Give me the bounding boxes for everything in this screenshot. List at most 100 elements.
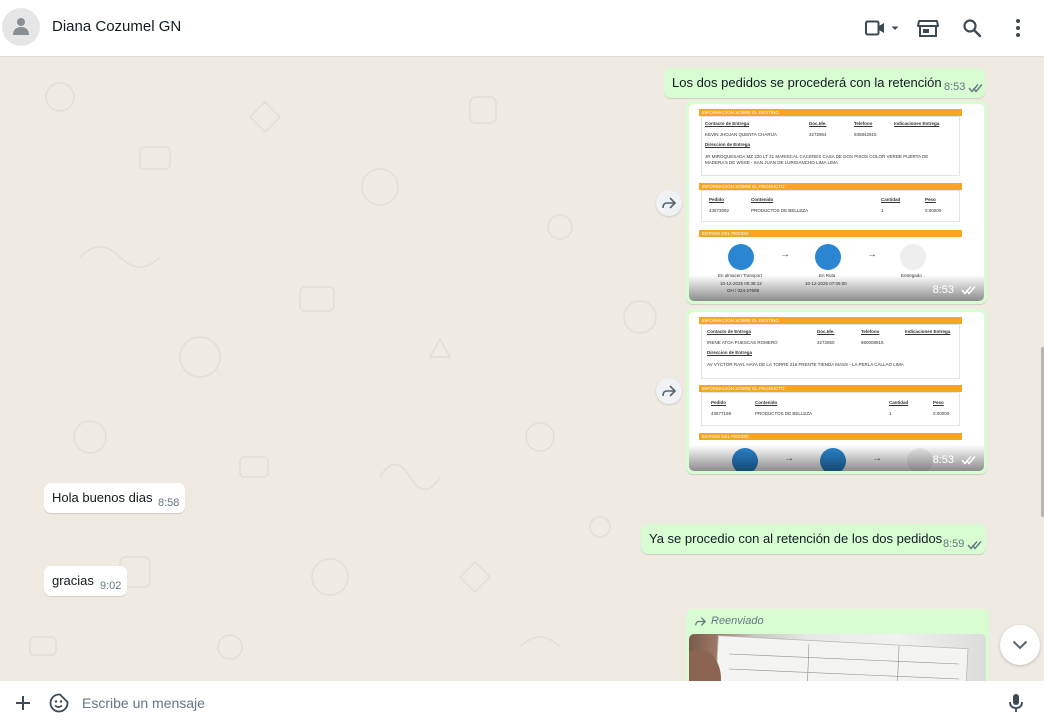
- doc-section-header: INFORMACION SOBRE EL DESTINO: [699, 109, 962, 116]
- doc-value: PRODUCTOS DE BELLEZA: [751, 208, 809, 213]
- video-call-button[interactable]: [860, 14, 904, 42]
- doc-label: Cantidad: [881, 197, 901, 202]
- forwarded-text: Reenviado: [711, 615, 764, 627]
- doc-label: Contenido: [751, 197, 774, 202]
- doc-value: 935842915: [854, 132, 877, 137]
- chat-header: Diana Cozumel GN: [0, 0, 1044, 57]
- doc-label: Direccion de Entrega: [707, 350, 753, 355]
- voice-message-button[interactable]: [1004, 691, 1028, 715]
- doc-label: Doc.Ide.: [809, 121, 827, 126]
- doc-value: 3272664: [809, 132, 827, 137]
- message-time: 8:53: [932, 284, 954, 296]
- doc-label: Telefono: [861, 329, 880, 334]
- chevron-down-icon: [891, 26, 899, 30]
- image-message[interactable]: INFORMACION SOBRE EL DESTINO Contacto de…: [686, 309, 987, 474]
- catalog-icon: [917, 20, 939, 37]
- doc-label: Telefono: [854, 121, 873, 126]
- warehouse-status-icon: [728, 244, 754, 270]
- doc-value: 43673082: [709, 208, 730, 213]
- doc-value: PRODUCTOS DE BELLEZA: [755, 411, 813, 416]
- message-outgoing[interactable]: Los dos pedidos se procederá con la rete…: [664, 68, 985, 98]
- forward-icon: [662, 385, 677, 397]
- order-tracking-image[interactable]: INFORMACION SOBRE EL DESTINO Contacto de…: [689, 312, 984, 471]
- order-tracking-image[interactable]: INFORMACION SOBRE EL DESTINO Contacto de…: [689, 104, 984, 301]
- doc-label: Contacto de Entrega: [707, 329, 752, 334]
- doc-label: Contacto de Entrega: [705, 121, 750, 126]
- chevron-down-icon: [1012, 640, 1028, 650]
- arrow-right-icon: →: [780, 249, 790, 260]
- photo-content: [689, 635, 969, 681]
- message-time: 8:58: [158, 497, 180, 509]
- doc-section-header: ESTADO DEL PEDIDO: [699, 230, 962, 237]
- doc-section-box: [701, 392, 960, 426]
- doc-section-header: INFORMACION SOBRE EL PRODUCTO: [699, 385, 962, 392]
- double-check-icon: [961, 286, 976, 295]
- double-check-icon: [968, 84, 983, 93]
- message-time: 9:02: [100, 580, 122, 592]
- doc-value: 43677169: [711, 411, 732, 416]
- arrow-right-icon: →: [867, 249, 877, 260]
- doc-label: Doc.Ide.: [817, 329, 835, 334]
- doc-value: AV VYCTOR RAYL HAYA DE LA TORRE 216 FREN…: [707, 362, 904, 367]
- sticker-icon: [49, 693, 69, 713]
- doc-label: Peso: [925, 197, 936, 202]
- doc-value: 0.00000: [925, 208, 942, 213]
- forwarded-label: Reenviado: [694, 615, 764, 627]
- video-call-icon: [865, 20, 884, 36]
- message-incoming[interactable]: Hola buenos dias 8:58: [44, 483, 185, 513]
- forward-icon: [662, 197, 677, 209]
- scroll-to-bottom-button[interactable]: [1000, 625, 1040, 665]
- doc-value: KEVIN JHOJAN QUENTA CHARUA: [705, 132, 777, 137]
- contact-name[interactable]: Diana Cozumel GN: [52, 18, 181, 35]
- doc-section-header: INFORMACION SOBRE EL PRODUCTO: [699, 183, 962, 190]
- doc-label: Indicaciones Entrega: [894, 121, 940, 126]
- doc-label: Cantidad: [889, 400, 909, 405]
- microphone-icon: [1009, 694, 1023, 712]
- forward-button[interactable]: [656, 378, 682, 404]
- message-text: Ya se procedio con al retención de los d…: [649, 531, 943, 546]
- doc-label: Indicaciones Entrega: [905, 329, 951, 334]
- message-input[interactable]: [82, 689, 982, 717]
- message-text: Los dos pedidos se procederá con la rete…: [672, 75, 942, 90]
- doc-label: Contenido: [755, 400, 778, 405]
- doc-label: Pedido: [709, 197, 725, 202]
- catalog-button[interactable]: [916, 14, 940, 42]
- doc-value: 1: [889, 411, 892, 416]
- doc-value: IRENE ATOA PUESCAS ROMERO: [707, 340, 778, 345]
- message-text: Hola buenos dias: [52, 490, 153, 505]
- chat-panel[interactable]: Los dos pedidos se procederá con la rete…: [0, 57, 1044, 681]
- message-time: 8:59: [943, 538, 965, 550]
- delivered-status-icon: [900, 244, 926, 270]
- doc-value: 0.00000: [933, 411, 950, 416]
- doc-label: Pedido: [711, 400, 727, 405]
- forward-icon: [695, 616, 707, 626]
- avatar[interactable]: [2, 8, 40, 46]
- message-text: gracias: [52, 573, 94, 588]
- message-outgoing[interactable]: Ya se procedio con al retención de los d…: [641, 524, 986, 554]
- person-icon: [13, 18, 29, 35]
- forward-button[interactable]: [656, 190, 682, 216]
- doc-section-box: [701, 190, 960, 222]
- menu-button[interactable]: [1006, 14, 1030, 42]
- search-button[interactable]: [960, 14, 984, 42]
- plus-icon: [16, 696, 30, 710]
- photo-thumbnail[interactable]: [689, 634, 986, 681]
- message-incoming[interactable]: gracias 9:02: [44, 566, 127, 596]
- doc-value: 3272650: [817, 340, 835, 345]
- doc-section-header: INFORMACION SOBRE EL DESTINO: [699, 317, 962, 324]
- forwarded-image-message[interactable]: Reenviado: [686, 609, 989, 681]
- double-check-icon: [961, 456, 976, 465]
- attach-button[interactable]: [11, 691, 35, 715]
- search-icon: [963, 19, 982, 38]
- doc-value: 1: [881, 208, 884, 213]
- message-time: 8:53: [932, 454, 954, 466]
- double-check-icon: [967, 541, 982, 550]
- truck-status-icon: [815, 244, 841, 270]
- doc-value: 980008915: [861, 340, 884, 345]
- doc-label: Peso: [933, 400, 944, 405]
- doc-value: MADERA 5 DE WSSE - SAN JUAN DE LURIGANCH…: [705, 160, 839, 165]
- image-message[interactable]: INFORMACION SOBRE EL DESTINO Contacto de…: [686, 101, 987, 304]
- message-time: 8:53: [944, 81, 966, 93]
- sticker-button[interactable]: [47, 691, 71, 715]
- more-vertical-icon: [1016, 19, 1020, 37]
